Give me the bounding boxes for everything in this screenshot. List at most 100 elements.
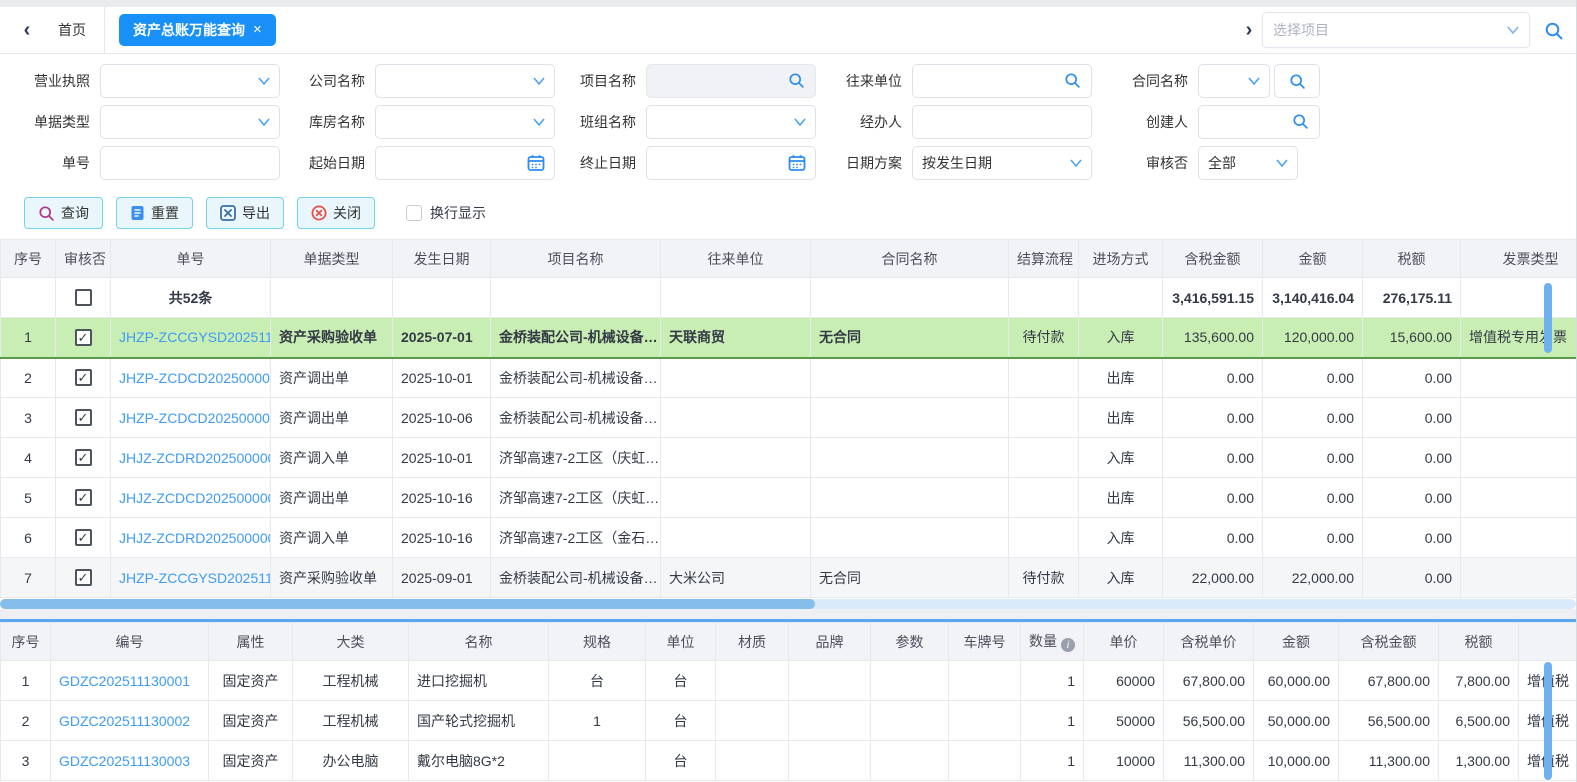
table-row[interactable]: 2GDZC202511130002固定资产工程机械国产轮式挖掘机1台150000… [1, 701, 1577, 741]
cell-amount_tax: 67,800.00 [1339, 661, 1439, 701]
col-header-unit: 单位 [646, 623, 716, 661]
filter-select-营业执照[interactable] [100, 64, 280, 98]
cell-seq: 7 [1, 558, 56, 598]
project-select[interactable]: 选择项目 [1262, 12, 1530, 48]
filter-input-单号[interactable] [100, 146, 280, 180]
table-row[interactable]: 1JHZP-ZCCGYSD2025111资产采购验收单2025-07-01金桥装… [1, 318, 1577, 358]
document-link[interactable]: JHZP-ZCCGYSD2025111 [119, 570, 271, 586]
tabs-scroll-right-icon[interactable]: › [1236, 19, 1262, 42]
filter-label: 合同名称 [1120, 71, 1188, 91]
col-header-tax: 税额 [1363, 240, 1461, 278]
tab-close-icon[interactable]: × [253, 14, 262, 46]
cell-doctype: 资产调出单 [271, 398, 393, 438]
main-table-horizontal-scrollbar[interactable] [0, 599, 1576, 609]
col-header-date: 发生日期 [393, 240, 491, 278]
search-icon[interactable] [788, 72, 806, 90]
document-link[interactable]: JHZP-ZCDCD202500000 [119, 370, 271, 386]
cell-date: 2025-10-16 [393, 478, 491, 518]
col-header-seq: 序号 [1, 623, 51, 661]
filter-search-创建人[interactable] [1198, 105, 1320, 139]
summary-row[interactable]: 共52条3,416,591.153,140,416.04276,175.11 [1, 278, 1577, 318]
row-checkbox[interactable] [75, 529, 92, 546]
filter-select-公司名称[interactable] [375, 64, 555, 98]
export-icon [220, 205, 236, 221]
document-link[interactable]: JHZP-ZCCGYSD2025111 [119, 329, 271, 345]
checkbox-icon[interactable] [406, 205, 422, 221]
cell-doctype: 资产调入单 [271, 438, 393, 478]
cell-date: 2025-10-16 [393, 518, 491, 558]
table-row[interactable]: 7JHZP-ZCCGYSD2025111资产采购验收单2025-09-01金桥装… [1, 558, 1577, 598]
cell-qty: 1 [1021, 741, 1084, 781]
main-table: 序号审核否单号单据类型发生日期项目名称往来单位合同名称结算流程进场方式含税金额金… [0, 239, 1576, 599]
cell-contract [811, 358, 1009, 398]
关闭-button[interactable]: 关闭 [297, 197, 375, 229]
table-row[interactable]: 3GDZC202511130003固定资产办公电脑戴尔电脑8G*2台110000… [1, 741, 1577, 781]
calendar-icon[interactable] [788, 154, 806, 172]
filter-date-起始日期[interactable] [375, 146, 555, 180]
重置-button[interactable]: 重置 [116, 197, 193, 229]
document-link[interactable]: JHJZ-ZCDCD202500000 [119, 490, 271, 506]
cell-name: 进口挖掘机 [409, 661, 549, 701]
wrap-display-checkbox[interactable]: 换行显示 [406, 203, 486, 223]
document-link[interactable]: GDZC202511130001 [59, 673, 190, 689]
row-checkbox[interactable] [75, 449, 92, 466]
tab-asset-ledger-query[interactable]: 资产总账万能查询 × [119, 14, 276, 46]
filter-select-库房名称[interactable] [375, 105, 555, 139]
filter-input-经办人[interactable] [912, 105, 1092, 139]
filter-select-合同名称[interactable] [1198, 64, 1270, 98]
row-checkbox[interactable] [75, 369, 92, 386]
table-row[interactable]: 5JHJZ-ZCDCD202500000资产调出单2025-10-16济邹高速7… [1, 478, 1577, 518]
cell-spec: 1 [549, 701, 646, 741]
filter-label: 往来单位 [834, 71, 902, 91]
row-checkbox[interactable] [75, 489, 92, 506]
filter-select-审核否[interactable]: 全部 [1198, 146, 1298, 180]
document-link[interactable]: JHZP-ZCDCD202500000 [119, 410, 271, 426]
chevron-down-icon [533, 118, 545, 126]
table-row[interactable]: 1GDZC202511130001固定资产工程机械进口挖掘机台台16000067… [1, 661, 1577, 701]
col-header-entry: 进场方式 [1079, 240, 1163, 278]
filter-label: 单号 [22, 153, 90, 173]
project-search-icon[interactable] [1544, 21, 1562, 39]
filter-select-班组名称[interactable] [646, 105, 816, 139]
cell-project: 金桥装配公司-机械设备… [491, 318, 661, 358]
info-icon[interactable]: i [1061, 638, 1075, 652]
cell-amount: 60,000.00 [1254, 661, 1339, 701]
filter-search-往来单位[interactable] [912, 64, 1092, 98]
导出-button[interactable]: 导出 [206, 197, 284, 229]
cell-audit [56, 478, 111, 518]
filter-label: 单据类型 [22, 112, 90, 132]
document-link[interactable]: JHJZ-ZCDRD202500000 [119, 450, 271, 466]
calendar-icon[interactable] [527, 154, 545, 172]
col-header-category: 大类 [293, 623, 409, 661]
row-checkbox[interactable] [75, 289, 92, 306]
cell-unit: 台 [646, 661, 716, 701]
tab-home[interactable]: 首页 [40, 7, 105, 53]
cell-counterparty [661, 518, 811, 558]
table-row[interactable]: 3JHZP-ZCDCD202500000资产调出单2025-10-06金桥装配公… [1, 398, 1577, 438]
search-button[interactable] [1274, 64, 1320, 98]
filter-select-单据类型[interactable] [100, 105, 280, 139]
table-row[interactable]: 4JHJZ-ZCDRD202500000资产调入单2025-10-01济邹高速7… [1, 438, 1577, 478]
filter-search-项目名称[interactable] [646, 64, 816, 98]
cell-tax: 15,600.00 [1363, 318, 1461, 358]
document-link[interactable]: GDZC202511130003 [59, 753, 190, 769]
tabs-scroll-left-icon[interactable]: ‹ [14, 19, 40, 42]
table-row[interactable]: 6JHJZ-ZCDRD202500000资产调入单2025-10-16济邹高速7… [1, 518, 1577, 558]
search-icon[interactable] [1292, 113, 1310, 131]
document-link[interactable]: JHJZ-ZCDRD202500000 [119, 530, 271, 546]
filter-select-日期方案[interactable]: 按发生日期 [912, 146, 1092, 180]
cell-audit [56, 278, 111, 318]
row-checkbox[interactable] [75, 409, 92, 426]
row-checkbox[interactable] [75, 569, 92, 586]
main-table-vertical-scrollbar[interactable] [1544, 283, 1552, 353]
document-link[interactable]: GDZC202511130002 [59, 713, 190, 729]
search-icon[interactable] [1064, 72, 1082, 90]
table-row[interactable]: 2JHZP-ZCDCD202500000资产调出单2025-10-01金桥装配公… [1, 358, 1577, 398]
filter-date-终止日期[interactable] [646, 146, 816, 180]
col-header-settle: 结算流程 [1009, 240, 1079, 278]
row-checkbox[interactable] [75, 329, 92, 346]
查询-button[interactable]: 查询 [24, 197, 103, 229]
col-header-project: 项目名称 [491, 240, 661, 278]
detail-table-vertical-scrollbar[interactable] [1544, 662, 1552, 780]
cell-plate [949, 701, 1021, 741]
